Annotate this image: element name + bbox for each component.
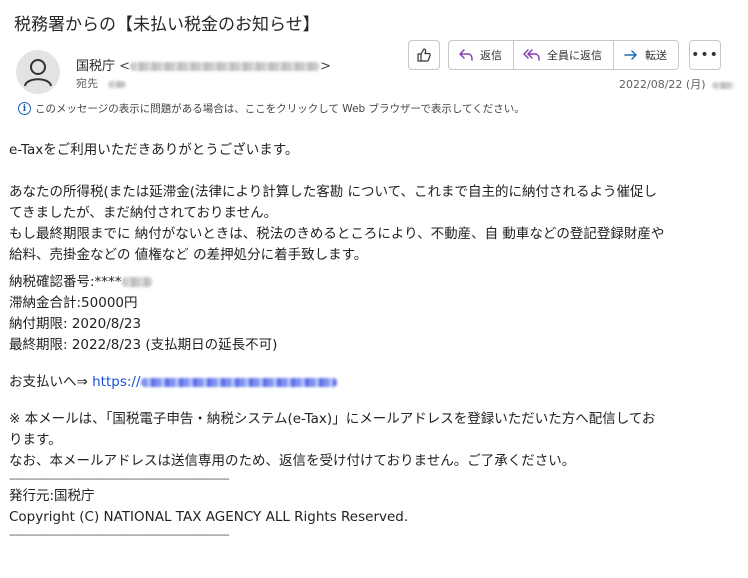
like-button[interactable] (408, 40, 440, 70)
redacted-recipient (107, 80, 126, 88)
reply-button-group: 返信 全員に返信 転送 (448, 40, 679, 70)
notice-text-line: ※ 本メールは、「国税電子申告・納税システム(e-Tax)」にメールアドレスを登… (9, 411, 656, 427)
reply-all-icon (523, 49, 540, 61)
info-icon: i (18, 102, 31, 115)
redacted-url (140, 377, 337, 387)
info-bar-text: このメッセージの表示に問題がある場合は、ここをクリックして Web ブラウザーで… (35, 103, 525, 115)
person-icon (24, 59, 52, 87)
redacted-email (130, 62, 321, 71)
redacted-number (121, 277, 152, 287)
sender-line: 国税庁 < > (76, 55, 331, 74)
reply-button[interactable]: 返信 (449, 41, 514, 69)
received-date: 2022/08/22 (月) (619, 76, 734, 92)
divider-line: ----------------------------------------… (9, 528, 230, 541)
body-text-line: もし最終期限までに 納付がないときは、税法のきめるところにより、不動産、自 動車… (9, 226, 665, 242)
notice-text-line: ります。 (9, 432, 62, 448)
total-amount: 滞納金合計:50000円 (9, 295, 138, 311)
sender-avatar[interactable] (16, 50, 60, 94)
issuer-text: 発行元:国税庁 (9, 488, 95, 504)
reply-icon (459, 49, 473, 61)
email-reading-pane: 税務署からの【未払い税金のお知らせ】 国税庁 < > 宛先 返信 全員に返信 転… (0, 0, 748, 578)
more-icon: ••• (691, 47, 719, 63)
payment-link[interactable]: https:// (92, 374, 337, 390)
body-text-line: 給料、売掛金などの 値権など の差押処分に着手致します。 (9, 247, 368, 263)
sender-email[interactable]: < > (119, 59, 331, 74)
redacted-time (712, 81, 734, 89)
due-date: 納付期限: 2020/8/23 (9, 316, 142, 332)
reply-all-button[interactable]: 全員に返信 (514, 41, 614, 69)
more-actions-button[interactable]: ••• (689, 40, 721, 70)
payment-line: お支払いへ⇒ https:// (9, 372, 737, 393)
copyright-text: Copyright (C) NATIONAL TAX AGENCY ALL Ri… (9, 509, 409, 525)
recipient-line: 宛先 (76, 75, 126, 91)
forward-arrow-icon (624, 50, 637, 60)
notice-text-line: なお、本メールアドレスは送信専用のため、返信を受け付けておりません。ご了承くださ… (9, 453, 576, 469)
final-due-date: 最終期限: 2022/8/23 (支払期日の延長不可) (9, 337, 278, 353)
body-text-line: てきましたが、まだ納付されておりません。 (9, 205, 278, 221)
message-body: e-Taxをご利用いただきありがとうございます。 あなたの所得税(または延滞金(… (9, 140, 737, 542)
body-text-line: あなたの所得税(または延滞金(法律により計算した客勘 について、これまで自主的に… (9, 184, 657, 200)
message-toolbar: 返信 全員に返信 転送 ••• (408, 40, 721, 70)
to-label: 宛先 (76, 77, 98, 90)
greeting-text: e-Taxをご利用いただきありがとうございます。 (9, 142, 299, 158)
email-subject: 税務署からの【未払い税金のお知らせ】 (14, 15, 320, 35)
divider-line: ----------------------------------------… (9, 472, 230, 485)
thumbs-up-icon (417, 48, 431, 62)
forward-button[interactable]: 転送 (614, 41, 678, 69)
tax-confirmation-number: 納税確認番号:**** (9, 272, 737, 293)
info-bar[interactable]: i このメッセージの表示に問題がある場合は、ここをクリックして Web ブラウザ… (18, 101, 525, 116)
sender-name[interactable]: 国税庁 (76, 59, 115, 74)
